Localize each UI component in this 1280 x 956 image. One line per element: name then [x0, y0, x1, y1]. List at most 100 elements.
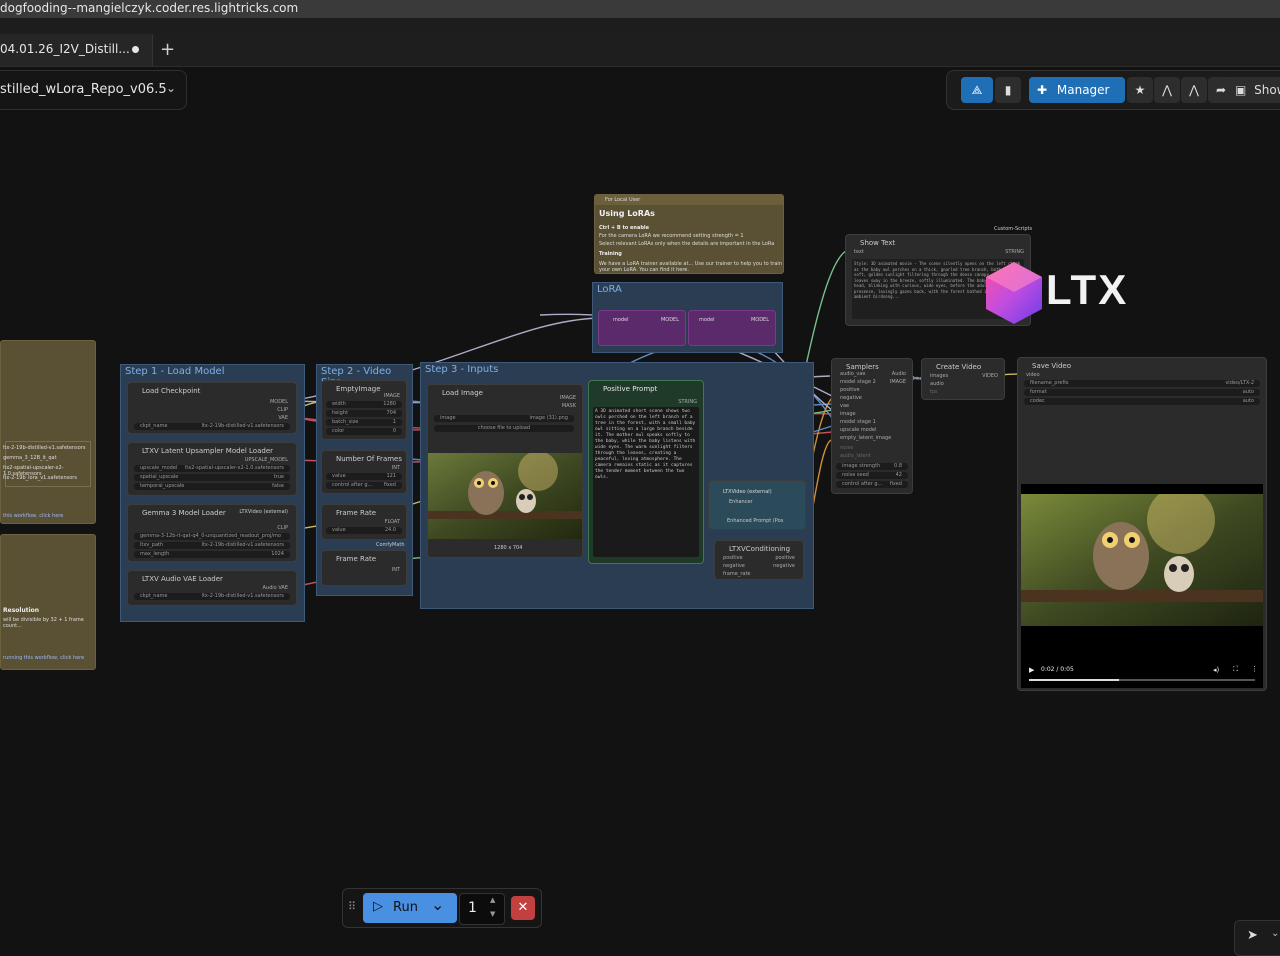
- codec-widget[interactable]: codec auto: [1024, 398, 1260, 405]
- node-empty-image[interactable]: EmptyImage IMAGE width 1280 height 704 bat…: [321, 380, 407, 440]
- output-float[interactable]: FLOAT: [385, 519, 400, 525]
- tab-workflow[interactable]: 04.01.26_I2V_Distill...: [0, 34, 153, 66]
- ckpt-widget[interactable]: ckpt_name ltx-2-19b-distilled-v1.safeten…: [134, 423, 290, 430]
- note-lora-usage[interactable]: For Local User Using LoRAs Ctrl + B to e…: [594, 194, 784, 274]
- input-model[interactable]: model: [699, 317, 715, 323]
- batch-size-widget[interactable]: batch_size 1: [326, 419, 402, 426]
- video-progress-track[interactable]: [1029, 679, 1255, 681]
- ltx-tool-button-2[interactable]: ⋀: [1181, 77, 1207, 103]
- input-socket[interactable]: positive: [840, 387, 860, 393]
- batch-count-input[interactable]: 1 ▲ ▼: [459, 893, 505, 925]
- node-ltxv-conditioning[interactable]: LTXVConditioning positive negative frame…: [714, 540, 804, 580]
- browser-url-bar[interactable]: dogfooding--mangielczyk.coder.res.lightr…: [0, 0, 1280, 18]
- gemma-model-widget[interactable]: gemma-3-12b-it-qat-q4_0-unquantized_read…: [134, 533, 290, 540]
- output-int[interactable]: INT: [392, 567, 400, 573]
- fullscreen-icon[interactable]: ⛶: [1233, 665, 1238, 674]
- output-int[interactable]: INT: [392, 465, 400, 471]
- input-positive[interactable]: positive: [723, 555, 743, 561]
- note-left-resolution[interactable]: Resolution will be divisible by 32 + 1 f…: [0, 534, 96, 670]
- unsaved-dot-icon[interactable]: [132, 46, 139, 53]
- input-video[interactable]: video: [1026, 372, 1040, 378]
- temporal-toggle[interactable]: temporal_upscale false: [134, 483, 290, 490]
- input-socket[interactable]: noise: [840, 445, 853, 451]
- frames-control-widget[interactable]: control after g... fixed: [326, 482, 402, 489]
- note-left-models[interactable]: ltx-2-19b-distilled-v1.safetensors gemma…: [0, 340, 96, 524]
- output-string[interactable]: STRING: [678, 399, 697, 405]
- max-length-widget[interactable]: max_length 1024: [134, 551, 290, 558]
- node-save-video[interactable]: Save Video video filename_prefix video/LT…: [1017, 357, 1267, 691]
- note-link[interactable]: running this workflow, click here: [3, 655, 84, 661]
- node-frame-rate-int[interactable]: Frame Rate INT: [321, 550, 407, 586]
- video-player[interactable]: ▶ 0:02 / 0:05 ◂) ⛶ ⋮: [1021, 484, 1263, 688]
- frame-rate-widget[interactable]: value 24.0: [326, 527, 402, 534]
- height-widget[interactable]: height 704: [326, 410, 402, 417]
- ltxv-path-widget[interactable]: ltxv_path ltx-2-19b-distilled-v1.safetens…: [134, 542, 290, 549]
- filename-prefix-widget[interactable]: filename_prefix video/LTX-2: [1024, 380, 1260, 387]
- volume-icon[interactable]: ◂): [1213, 666, 1219, 674]
- spatial-toggle[interactable]: spatial_upscale true: [134, 474, 290, 481]
- input-frame-rate[interactable]: frame_rate: [723, 571, 750, 577]
- input-socket[interactable]: vae: [840, 403, 849, 409]
- input-socket[interactable]: model stage 1: [840, 419, 876, 425]
- input-socket[interactable]: negative: [840, 395, 862, 401]
- input-text[interactable]: text: [854, 249, 864, 255]
- input-fps[interactable]: fps: [930, 389, 938, 395]
- audio-ckpt-widget[interactable]: ckpt_name ltx-2-19b-distilled-v1.safetens…: [134, 593, 290, 600]
- node-number-of-frames[interactable]: Number Of Frames INT value 121 control af…: [321, 450, 407, 494]
- node-graph-canvas[interactable]: ltx-2-19b-distilled-v1.safetensors gemma…: [0, 110, 1280, 956]
- image-strength-widget[interactable]: image strength 0.8: [836, 463, 908, 470]
- drag-handle-icon[interactable]: ⠿: [348, 900, 356, 913]
- node-lora-loader-2[interactable]: model MODEL: [688, 310, 776, 346]
- node-upsampler-loader[interactable]: LTXV Latent Upsampler Model Loader UPSCA…: [127, 442, 297, 496]
- input-socket[interactable]: model stage 2: [840, 379, 876, 385]
- input-socket[interactable]: audio_vae: [840, 371, 865, 377]
- frames-value-widget[interactable]: value 121: [326, 473, 402, 480]
- more-vertical-icon[interactable]: ⋮: [1251, 665, 1258, 673]
- output-image[interactable]: IMAGE: [384, 393, 400, 399]
- play-icon[interactable]: ▶: [1029, 666, 1034, 674]
- ltx-tool-button-1[interactable]: ⋀: [1154, 77, 1180, 103]
- decrement-icon[interactable]: ▼: [490, 910, 495, 918]
- output-string[interactable]: STRING: [1005, 249, 1024, 255]
- node-create-video[interactable]: Create Video images audio fps VIDEO: [921, 358, 1005, 400]
- node-enhancer[interactable]: LTXVideo (external) Enhancer Enhanced Pr…: [708, 480, 806, 530]
- output-audio-vae[interactable]: Audio VAE: [263, 585, 288, 591]
- note-link[interactable]: this workflow, click here: [3, 513, 63, 519]
- node-lora-loader-1[interactable]: model MODEL: [598, 310, 686, 346]
- input-audio[interactable]: audio: [930, 381, 944, 387]
- cancel-run-button[interactable]: ✕: [511, 896, 535, 920]
- input-socket[interactable]: empty_latent_image: [840, 435, 891, 441]
- input-negative[interactable]: negative: [723, 563, 745, 569]
- manager-button[interactable]: ✚ Manager: [1029, 77, 1125, 103]
- output-negative[interactable]: negative: [773, 563, 795, 569]
- output-positive[interactable]: positive: [775, 555, 795, 561]
- noise-seed-widget[interactable]: noise seed 42: [836, 472, 908, 479]
- output-clip[interactable]: CLIP: [277, 525, 288, 531]
- output-mask[interactable]: MASK: [562, 403, 576, 409]
- output-audio[interactable]: Audio: [892, 371, 906, 377]
- format-widget[interactable]: format auto: [1024, 389, 1260, 396]
- node-positive-prompt[interactable]: Positive Prompt STRING A 3D animated sho…: [588, 380, 704, 564]
- output-clip[interactable]: CLIP: [277, 407, 288, 413]
- new-tab-plus-icon[interactable]: +: [160, 39, 175, 60]
- run-button[interactable]: ▷ Run ⌄: [363, 893, 457, 923]
- node-load-checkpoint[interactable]: Load Checkpoint MODEL CLIP VAE ckpt_name…: [127, 382, 297, 434]
- node-frame-rate[interactable]: Frame Rate FLOAT value 24.0: [321, 504, 407, 540]
- input-model[interactable]: model: [613, 317, 629, 323]
- input-socket[interactable]: upscale model: [840, 427, 876, 433]
- upscale-model-widget[interactable]: upscale_model ltx2-spatial-upscaler-x2-1.…: [134, 465, 290, 472]
- image-select-widget[interactable]: image image (31).png: [434, 415, 574, 422]
- output-model[interactable]: MODEL: [661, 317, 679, 323]
- workflow-selector[interactable]: stilled_wLora_Repo_v06.5 ⌄: [0, 70, 187, 110]
- upload-button[interactable]: choose file to upload: [434, 425, 574, 432]
- width-widget[interactable]: width 1280: [326, 401, 402, 408]
- ltx-logo-button[interactable]: ⟁: [961, 77, 993, 103]
- output-upscale-model[interactable]: UPSCALE_MODEL: [245, 457, 288, 463]
- show-button[interactable]: ▣ Show: [1229, 77, 1280, 103]
- input-socket[interactable]: image: [840, 411, 856, 417]
- prompt-textarea[interactable]: A 3D animated short scene shows two owls…: [593, 407, 699, 557]
- chevron-down-icon[interactable]: ⌄: [431, 895, 444, 914]
- input-socket[interactable]: audio_latent: [840, 453, 871, 459]
- input-images[interactable]: images: [930, 373, 948, 379]
- bookmark-button[interactable]: ▮: [995, 77, 1021, 103]
